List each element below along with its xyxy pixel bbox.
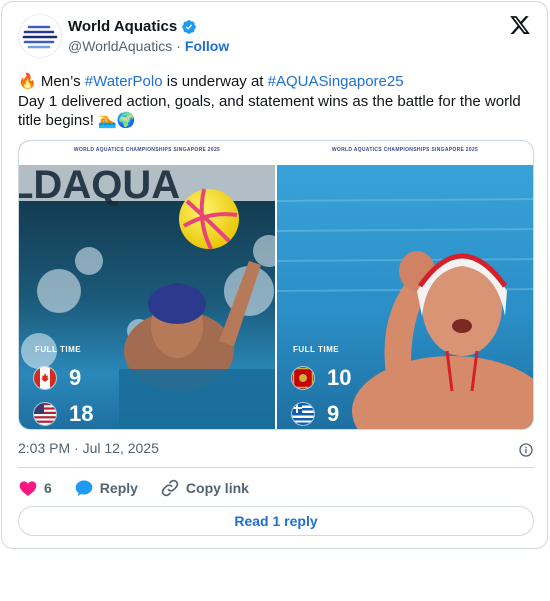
handle-row: @WorldAquatics · Follow: [68, 38, 229, 54]
tweet-line-1-middle: is underway at: [162, 73, 268, 90]
reply-bubble-icon: [75, 480, 93, 496]
greece-flag-icon: [291, 402, 315, 426]
copy-link-button[interactable]: Copy link: [160, 478, 249, 498]
full-time-label-left: FULL TIME: [35, 345, 82, 354]
full-time-label-right: FULL TIME: [293, 345, 340, 354]
reply-button[interactable]: Reply: [74, 478, 138, 498]
like-button[interactable]: 6: [18, 478, 52, 498]
action-bar: 6 Reply Copy link: [18, 478, 271, 498]
usa-flag-icon: [33, 402, 57, 426]
tweet-meta: 2:03 PM · Jul 12, 2025: [18, 440, 534, 460]
tweet-card: World Aquatics @WorldAquatics · Follow 🔥…: [1, 1, 548, 549]
copy-link-label: Copy link: [185, 480, 249, 496]
handle[interactable]: @WorldAquatics: [68, 38, 172, 54]
x-logo-icon[interactable]: [509, 14, 531, 36]
heart-icon: [19, 481, 37, 496]
score-greece: 9: [327, 401, 340, 426]
score-row-montenegro: 10: [291, 365, 351, 391]
timestamp[interactable]: 2:03 PM · Jul 12, 2025: [18, 440, 159, 456]
tweet-line-2: Day 1 delivered action, goals, and state…: [18, 92, 521, 130]
info-icon[interactable]: [518, 442, 534, 458]
avatar[interactable]: [18, 14, 62, 58]
separator: ·: [176, 38, 181, 54]
like-count: 6: [44, 480, 52, 496]
score-row-greece: 9: [291, 401, 339, 427]
read-replies-button[interactable]: Read 1 reply: [18, 506, 534, 536]
photo-montenegro-vs-greece[interactable]: WORLD AQUATICS CHAMPIONSHIPS SINGAPORE 2…: [275, 141, 533, 429]
follow-button[interactable]: Follow: [185, 38, 229, 54]
tweet-header: World Aquatics @WorldAquatics · Follow: [18, 14, 531, 58]
score-usa: 18: [69, 401, 94, 426]
divider: [18, 467, 534, 468]
score-montenegro: 10: [327, 365, 352, 390]
link-icon: [161, 479, 179, 497]
world-aquatics-logo-icon: [22, 25, 58, 49]
photo-canada-vs-usa[interactable]: LDAQUA WORLD AQUATICS CHAMPIONSHIPS SING…: [19, 141, 275, 429]
score-row-canada: 9: [33, 365, 81, 391]
hashtag-aquasingapore25[interactable]: #AQUASingapore25: [268, 73, 404, 90]
montenegro-flag-icon: [291, 366, 315, 390]
watermark-left: WORLD AQUATICS CHAMPIONSHIPS SINGAPORE 2…: [19, 141, 275, 165]
canada-flag-icon: [33, 366, 57, 390]
score-row-usa: 18: [33, 401, 93, 427]
svg-text:LDAQUA: LDAQUA: [19, 163, 180, 207]
hashtag-waterpolo[interactable]: #WaterPolo: [85, 73, 163, 90]
watermark-right: WORLD AQUATICS CHAMPIONSHIPS SINGAPORE 2…: [277, 141, 533, 165]
reply-label: Reply: [99, 480, 138, 496]
display-name[interactable]: World Aquatics: [68, 18, 177, 35]
score-canada: 9: [69, 365, 82, 390]
verified-badge-icon: [182, 19, 197, 34]
name-row: World Aquatics: [68, 18, 197, 35]
tweet-line-1-prefix: 🔥 Men’s: [18, 73, 85, 90]
media-grid: LDAQUA WORLD AQUATICS CHAMPIONSHIPS SING…: [18, 140, 534, 430]
tweet-text: 🔥 Men’s #WaterPolo is underway at #AQUAS…: [18, 72, 528, 131]
tweet-line-1: 🔥 Men’s #WaterPolo is underway at #AQUAS…: [18, 72, 528, 92]
